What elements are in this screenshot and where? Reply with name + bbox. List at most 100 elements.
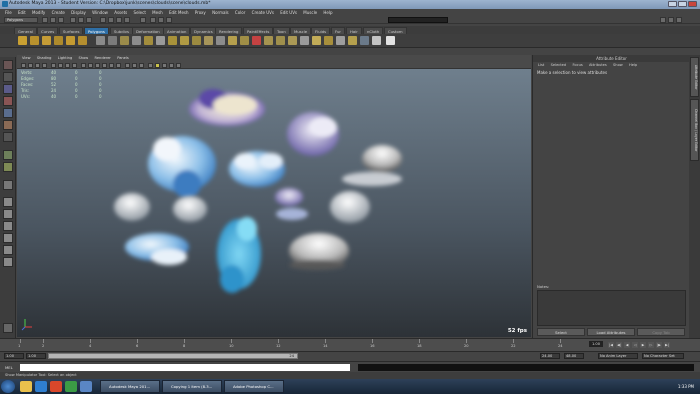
poly-sphere-icon[interactable] bbox=[18, 36, 27, 45]
menu-edit-uvs[interactable]: Edit UVs bbox=[280, 10, 297, 15]
append-polygon-icon[interactable] bbox=[144, 36, 153, 45]
tab-custom[interactable]: Custom bbox=[384, 27, 407, 34]
taskbar-task-maya[interactable]: Autodesk Maya 201... bbox=[100, 380, 160, 393]
step-back-frame-icon[interactable]: ◀ bbox=[624, 342, 630, 348]
tab-toon[interactable]: Toon bbox=[273, 27, 290, 34]
render-frame-icon[interactable] bbox=[150, 17, 156, 23]
snap-curve-icon[interactable] bbox=[108, 17, 114, 23]
open-scene-icon[interactable] bbox=[50, 17, 56, 23]
input-line-field[interactable] bbox=[388, 17, 448, 23]
select-tool-icon[interactable] bbox=[3, 60, 13, 70]
show-manipulator-icon[interactable] bbox=[3, 162, 13, 172]
tab-painteffects[interactable]: PaintEffects bbox=[243, 27, 274, 34]
explorer-icon[interactable] bbox=[20, 381, 32, 392]
save-scene-icon[interactable] bbox=[58, 17, 64, 23]
mirror-icon[interactable] bbox=[228, 36, 237, 45]
shadows-icon[interactable] bbox=[116, 63, 121, 68]
film-gate-icon[interactable] bbox=[58, 63, 63, 68]
menu-set-select[interactable]: Polygons bbox=[4, 17, 38, 23]
notes-field[interactable] bbox=[537, 290, 686, 326]
xray-joints-icon[interactable] bbox=[132, 63, 137, 68]
cloud-lilac[interactable] bbox=[287, 112, 339, 156]
cloud-mid-grey[interactable] bbox=[173, 196, 207, 222]
snap-point-icon[interactable] bbox=[116, 17, 122, 23]
anti-aliasing-icon[interactable] bbox=[169, 63, 174, 68]
menu-mesh[interactable]: Mesh bbox=[152, 10, 163, 15]
sculpt-icon[interactable] bbox=[252, 36, 261, 45]
render-settings-icon[interactable] bbox=[166, 17, 172, 23]
animation-start-field[interactable]: 1.00 bbox=[4, 353, 24, 359]
cloud-white-right[interactable] bbox=[330, 191, 370, 223]
viewport-menu-view[interactable]: View bbox=[22, 56, 31, 60]
attr-menu-focus[interactable]: Focus bbox=[572, 63, 582, 67]
select-hierarchy-icon[interactable] bbox=[70, 17, 76, 23]
maximize-button[interactable] bbox=[678, 1, 687, 7]
boolean-icon[interactable] bbox=[240, 36, 249, 45]
cloud-grey-right[interactable] bbox=[342, 145, 402, 186]
extrude-icon[interactable] bbox=[120, 36, 129, 45]
select-object-icon[interactable] bbox=[78, 17, 84, 23]
menu-window[interactable]: Window bbox=[92, 10, 108, 15]
tab-general[interactable]: General bbox=[14, 27, 37, 34]
tab-dynamics[interactable]: Dynamics bbox=[190, 27, 217, 34]
minimize-button[interactable] bbox=[668, 1, 677, 7]
tab-polygons[interactable]: Polygons bbox=[84, 27, 109, 34]
image-plane-icon[interactable] bbox=[42, 63, 47, 68]
rotate-tool-icon[interactable] bbox=[3, 108, 13, 118]
cloud-storm[interactable] bbox=[289, 233, 349, 270]
ipr-render-icon[interactable] bbox=[158, 17, 164, 23]
layout-uv-icon[interactable] bbox=[360, 36, 369, 45]
smooth-icon[interactable] bbox=[204, 36, 213, 45]
depth-of-field-icon[interactable] bbox=[176, 63, 181, 68]
tab-fluids[interactable]: Fluids bbox=[311, 27, 331, 34]
menu-display[interactable]: Display bbox=[71, 10, 86, 15]
insert-edge-loop-icon[interactable] bbox=[168, 36, 177, 45]
tab-surfaces[interactable]: Surfaces bbox=[59, 27, 84, 34]
viewport-menu-show[interactable]: Show bbox=[79, 56, 89, 60]
poly-cylinder-icon[interactable] bbox=[42, 36, 51, 45]
camera-select-icon[interactable] bbox=[21, 63, 26, 68]
menu-color[interactable]: Color bbox=[235, 10, 245, 15]
cloud-small-left[interactable] bbox=[114, 193, 150, 221]
current-frame-field[interactable]: 1.00 bbox=[589, 341, 603, 347]
menu-assets[interactable]: Assets bbox=[114, 10, 127, 15]
xray-icon[interactable] bbox=[125, 63, 130, 68]
menu-file[interactable]: File bbox=[5, 10, 12, 15]
taskbar-task-copying[interactable]: Copying 1 item (8.3... bbox=[162, 380, 222, 393]
pinned-app-icon[interactable] bbox=[80, 381, 92, 392]
backface-culling-icon[interactable] bbox=[139, 63, 144, 68]
select-button[interactable]: Select bbox=[537, 328, 585, 336]
snap-surface-icon[interactable] bbox=[124, 17, 130, 23]
attr-menu-selected[interactable]: Selected bbox=[551, 63, 567, 67]
isolate-select-icon[interactable] bbox=[148, 63, 153, 68]
perspective-outliner-layout-icon[interactable] bbox=[3, 221, 13, 231]
go-to-end-icon[interactable]: ▶| bbox=[664, 342, 670, 348]
unfold-uv-icon[interactable] bbox=[348, 36, 357, 45]
select-component-icon[interactable] bbox=[86, 17, 92, 23]
automatic-map-icon[interactable] bbox=[300, 36, 309, 45]
playback-end-field[interactable]: 24.00 bbox=[540, 353, 560, 359]
menu-proxy[interactable]: Proxy bbox=[195, 10, 206, 15]
chrome-icon[interactable] bbox=[65, 381, 77, 392]
menu-muscle[interactable]: Muscle bbox=[303, 10, 317, 15]
menu-create-uvs[interactable]: Create UVs bbox=[252, 10, 274, 15]
go-to-start-icon[interactable]: |◀ bbox=[608, 342, 614, 348]
smooth-shade-icon[interactable] bbox=[88, 63, 93, 68]
tab-curves[interactable]: Curves bbox=[37, 27, 59, 34]
step-forward-frame-icon[interactable]: ▷ bbox=[648, 342, 654, 348]
cloud-purple[interactable] bbox=[189, 89, 265, 126]
move-tool-icon[interactable] bbox=[3, 96, 13, 106]
menu-normals[interactable]: Normals bbox=[212, 10, 229, 15]
copy-tab-button[interactable]: Copy Tab bbox=[637, 328, 685, 336]
merge-icon[interactable] bbox=[192, 36, 201, 45]
ie-icon[interactable] bbox=[35, 381, 47, 392]
tab-rendering[interactable]: Rendering bbox=[215, 27, 243, 34]
cloud-cyan[interactable] bbox=[217, 217, 261, 293]
menu-edit-mesh[interactable]: Edit Mesh bbox=[169, 10, 189, 15]
side-tab-attribute-editor[interactable]: Attribute Editor bbox=[690, 57, 699, 97]
last-tool-icon[interactable] bbox=[3, 180, 13, 190]
panel-layout-icon[interactable] bbox=[3, 323, 13, 333]
playback-start-field[interactable]: 1.00 bbox=[26, 353, 46, 359]
character-set-select[interactable]: No Character Set bbox=[642, 353, 684, 359]
viewport-menu-panels[interactable]: Panels bbox=[117, 56, 129, 60]
